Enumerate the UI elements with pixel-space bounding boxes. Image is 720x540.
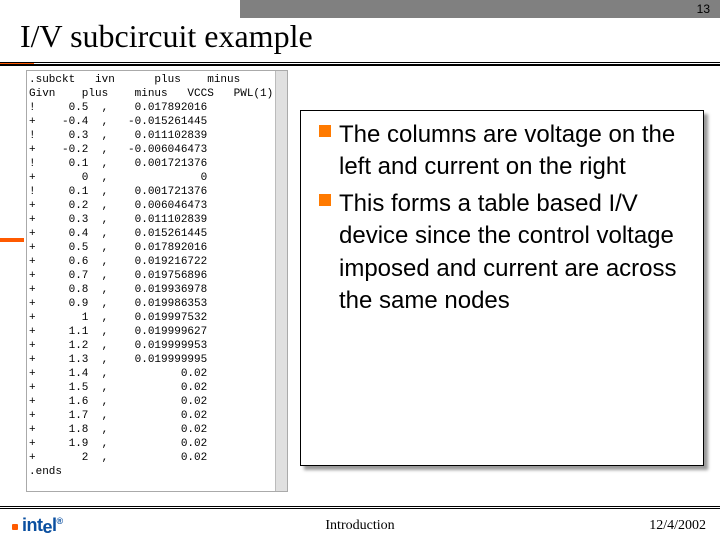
bullet-item: The columns are voltage on the left and …: [319, 119, 691, 184]
side-accent: [0, 238, 24, 242]
title-rule: [0, 62, 720, 66]
footer-rule: [0, 506, 720, 509]
square-bullet-icon: [319, 125, 331, 137]
code-text: .subckt ivn plus minus Givn plus minus V…: [27, 71, 275, 491]
square-bullet-icon: [319, 194, 331, 206]
logo-text: intel: [22, 515, 57, 537]
header-stripe: [240, 0, 720, 18]
bullet-text: This forms a table based I/V device sinc…: [339, 190, 677, 314]
slide-title: I/V subcircuit example: [20, 18, 313, 55]
footer-accent-dot: [12, 524, 18, 530]
callout-box: The columns are voltage on the left and …: [300, 110, 704, 466]
bullet-text: The columns are voltage on the left and …: [339, 121, 675, 180]
intel-logo: intel®: [22, 515, 63, 536]
code-panel: .subckt ivn plus minus Givn plus minus V…: [26, 70, 288, 492]
footer-date: 12/4/2002: [649, 518, 706, 534]
bullet-item: This forms a table based I/V device sinc…: [319, 188, 691, 318]
scrollbar-vertical[interactable]: [275, 71, 287, 491]
footer-center-text: Introduction: [325, 518, 394, 534]
slide: 13 I/V subcircuit example .subckt ivn pl…: [0, 0, 720, 540]
page-number: 13: [697, 2, 710, 16]
footer: intel® Introduction 12/4/2002: [0, 506, 720, 540]
registered-icon: ®: [57, 516, 63, 526]
